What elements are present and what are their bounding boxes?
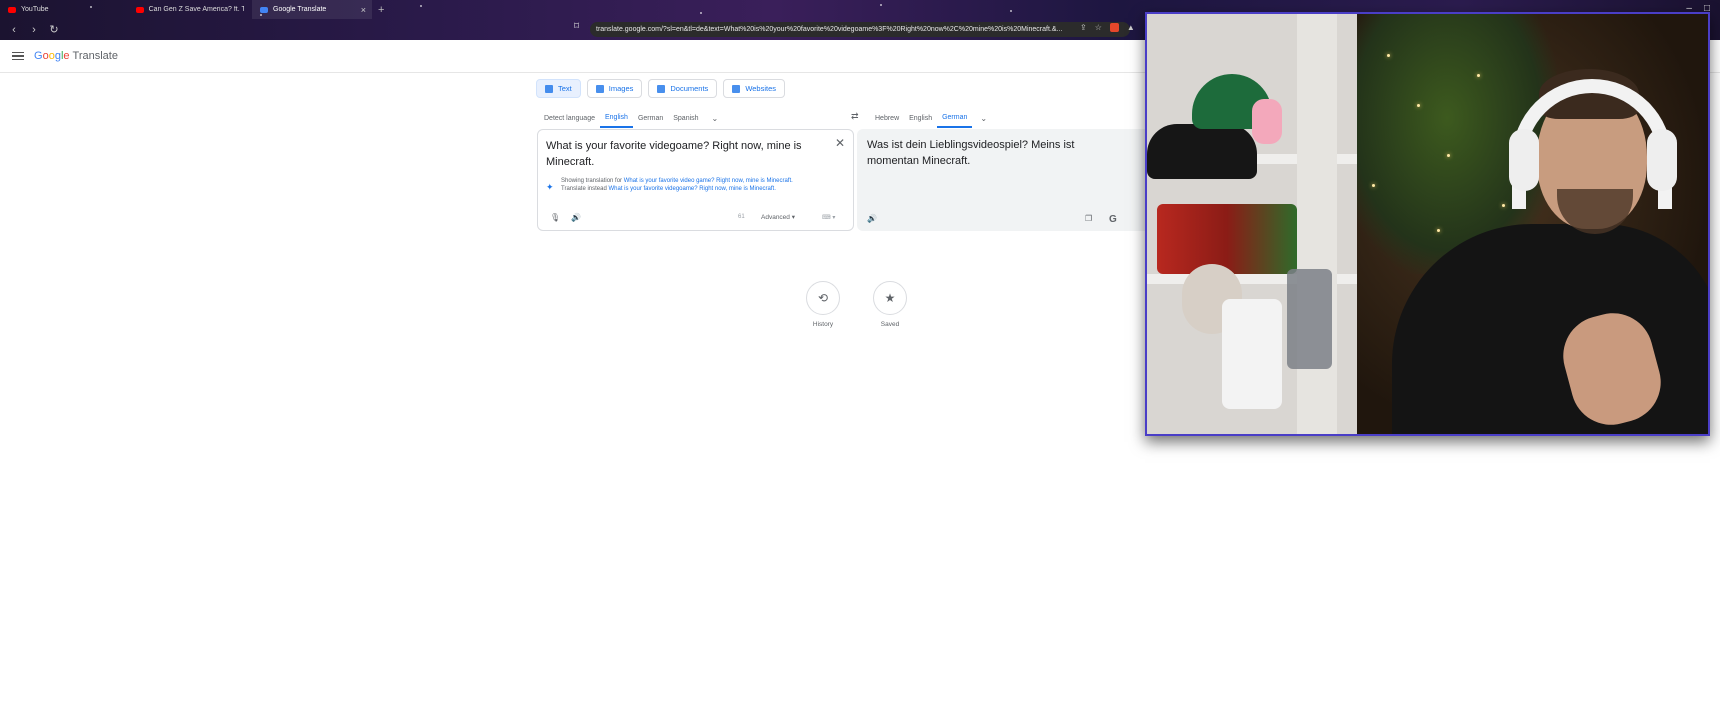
share-icon[interactable]: ⇪	[1080, 23, 1087, 32]
google-g-icon[interactable]: G	[1109, 214, 1117, 225]
tab-google-translate[interactable]: Google Translate ×	[252, 0, 372, 19]
url-text: translate.google.com/?sl=en&tl=de&text=W…	[596, 26, 1063, 33]
history-icon: ⟲	[806, 281, 840, 315]
mode-label: Text	[558, 84, 572, 93]
white-container	[1222, 299, 1282, 409]
star-icon[interactable]: ☆	[1095, 23, 1102, 32]
google-translate-logo[interactable]: Google Translate	[34, 50, 118, 62]
tab-strip: YouTube Can Gen Z Save America? ft. The …	[0, 0, 384, 19]
advanced-label: Advanced	[761, 214, 790, 221]
reload-icon[interactable]: ↻	[48, 23, 60, 36]
mode-label: Images	[608, 84, 634, 93]
target-language-bar: Hebrew English German ⌄	[870, 108, 987, 128]
speaker-icon[interactable]: 🔊	[867, 214, 877, 223]
target-panel: Was ist dein Lieblingsvideospiel? Meins …	[857, 129, 1157, 231]
glass-jar	[1287, 269, 1332, 369]
source-panel: What is your favorite videgoame? Right n…	[537, 129, 854, 231]
mode-label: Documents	[670, 84, 709, 93]
tab-video[interactable]: Can Gen Z Save America? ft. The Ro	[128, 0, 252, 19]
close-tab-icon[interactable]: ×	[361, 5, 366, 15]
shelf-divider	[1297, 14, 1337, 434]
speaker-icon[interactable]: 🔊	[571, 213, 581, 222]
chevron-down-icon[interactable]: ⌄	[712, 114, 719, 123]
swap-languages-icon[interactable]: ⇄	[851, 111, 859, 122]
webcam-overlay	[1145, 12, 1710, 436]
menu-icon[interactable]	[12, 51, 24, 61]
source-lang-detect[interactable]: Detect language	[539, 108, 600, 128]
tab-label: Can Gen Z Save America? ft. The Ro	[148, 6, 244, 13]
document-icon	[657, 84, 666, 93]
advanced-dropdown[interactable]: Advanced ▾	[761, 213, 795, 221]
history-button[interactable]: ⟲ History	[793, 281, 853, 328]
target-lang-english[interactable]: English	[904, 108, 937, 128]
char-count: 61	[738, 214, 745, 220]
copy-icon[interactable]: ❐	[1085, 214, 1092, 223]
chevron-down-icon[interactable]: ⌄	[980, 114, 987, 123]
microphone-icon[interactable]: 🎙	[550, 213, 560, 222]
source-lang-german[interactable]: German	[633, 108, 668, 128]
app-name: Translate	[72, 50, 118, 62]
google-logo: Google	[34, 50, 70, 62]
translate-text-icon	[545, 84, 553, 93]
youtube-icon	[8, 6, 16, 13]
mode-websites-button[interactable]: Websites	[723, 79, 786, 98]
saved-label: Saved	[880, 321, 900, 328]
suggest-prefix: Showing translation for	[561, 178, 623, 184]
target-lang-german[interactable]: German	[937, 108, 973, 128]
lego-set	[1157, 204, 1297, 274]
address-bar[interactable]: translate.google.com/?sl=en&tl=de&text=W…	[590, 22, 1130, 37]
mode-images-button[interactable]: Images	[586, 79, 643, 98]
forward-icon[interactable]: ›	[28, 24, 40, 36]
mode-text-button[interactable]: Text	[536, 79, 581, 98]
translation-output: Was ist dein Lieblingsvideospiel? Meins …	[867, 139, 1075, 167]
keyboard-icon[interactable]: ⌨ ▾	[822, 214, 835, 221]
tab-label: Google Translate	[273, 6, 327, 13]
saved-button[interactable]: ★ Saved	[860, 281, 920, 328]
source-input[interactable]: What is your favorite videgoame? Right n…	[546, 138, 816, 170]
source-lang-english[interactable]: English	[599, 108, 633, 128]
screen: { "browser": { "tabs": [ {"label": "YouT…	[0, 0, 1720, 720]
rewards-icon[interactable]: ▲	[1127, 23, 1135, 32]
star-icon: ★	[873, 281, 907, 315]
back-icon[interactable]: ‹	[8, 24, 20, 36]
image-icon	[595, 84, 604, 93]
sparkle-icon: ✦	[546, 182, 554, 192]
source-footer: 🎙 🔊 61 Advanced ▾ ⌨ ▾	[538, 210, 853, 224]
tab-label: YouTube	[21, 6, 49, 13]
instead-prefix: Translate instead	[561, 186, 607, 192]
suggestion-link[interactable]: What is your favorite video game? Right …	[624, 178, 793, 184]
spelling-suggestion: ✦ Showing translation for What is your f…	[546, 177, 846, 193]
brave-shield-icon[interactable]	[1109, 23, 1119, 32]
clear-icon[interactable]: ✕	[835, 136, 845, 150]
translate-icon	[260, 6, 268, 13]
mode-label: Websites	[745, 84, 777, 93]
translate-instead-link[interactable]: What is your favorite videgoame? Right n…	[608, 186, 775, 192]
mode-documents-button[interactable]: Documents	[648, 79, 718, 98]
headphone-cup-left	[1509, 129, 1539, 191]
history-label: History	[812, 321, 834, 328]
target-lang-hebrew[interactable]: Hebrew	[870, 108, 904, 128]
source-language-bar: Detect language English German Spanish ⌄	[539, 108, 718, 128]
headphone-cup-right	[1647, 129, 1677, 191]
pink-toy	[1252, 99, 1282, 144]
bookmark-icon[interactable]: ⌑	[574, 21, 579, 32]
youtube-icon	[136, 6, 144, 13]
new-tab-icon[interactable]: +	[378, 4, 384, 16]
address-bar-icons: ⇪ ☆ ▲	[1080, 23, 1135, 32]
black-cap	[1147, 124, 1257, 179]
tab-youtube[interactable]: YouTube	[0, 0, 128, 19]
website-icon	[732, 84, 741, 93]
source-lang-spanish[interactable]: Spanish	[668, 108, 703, 128]
mode-tabs: Text Images Documents Websites	[536, 79, 786, 98]
